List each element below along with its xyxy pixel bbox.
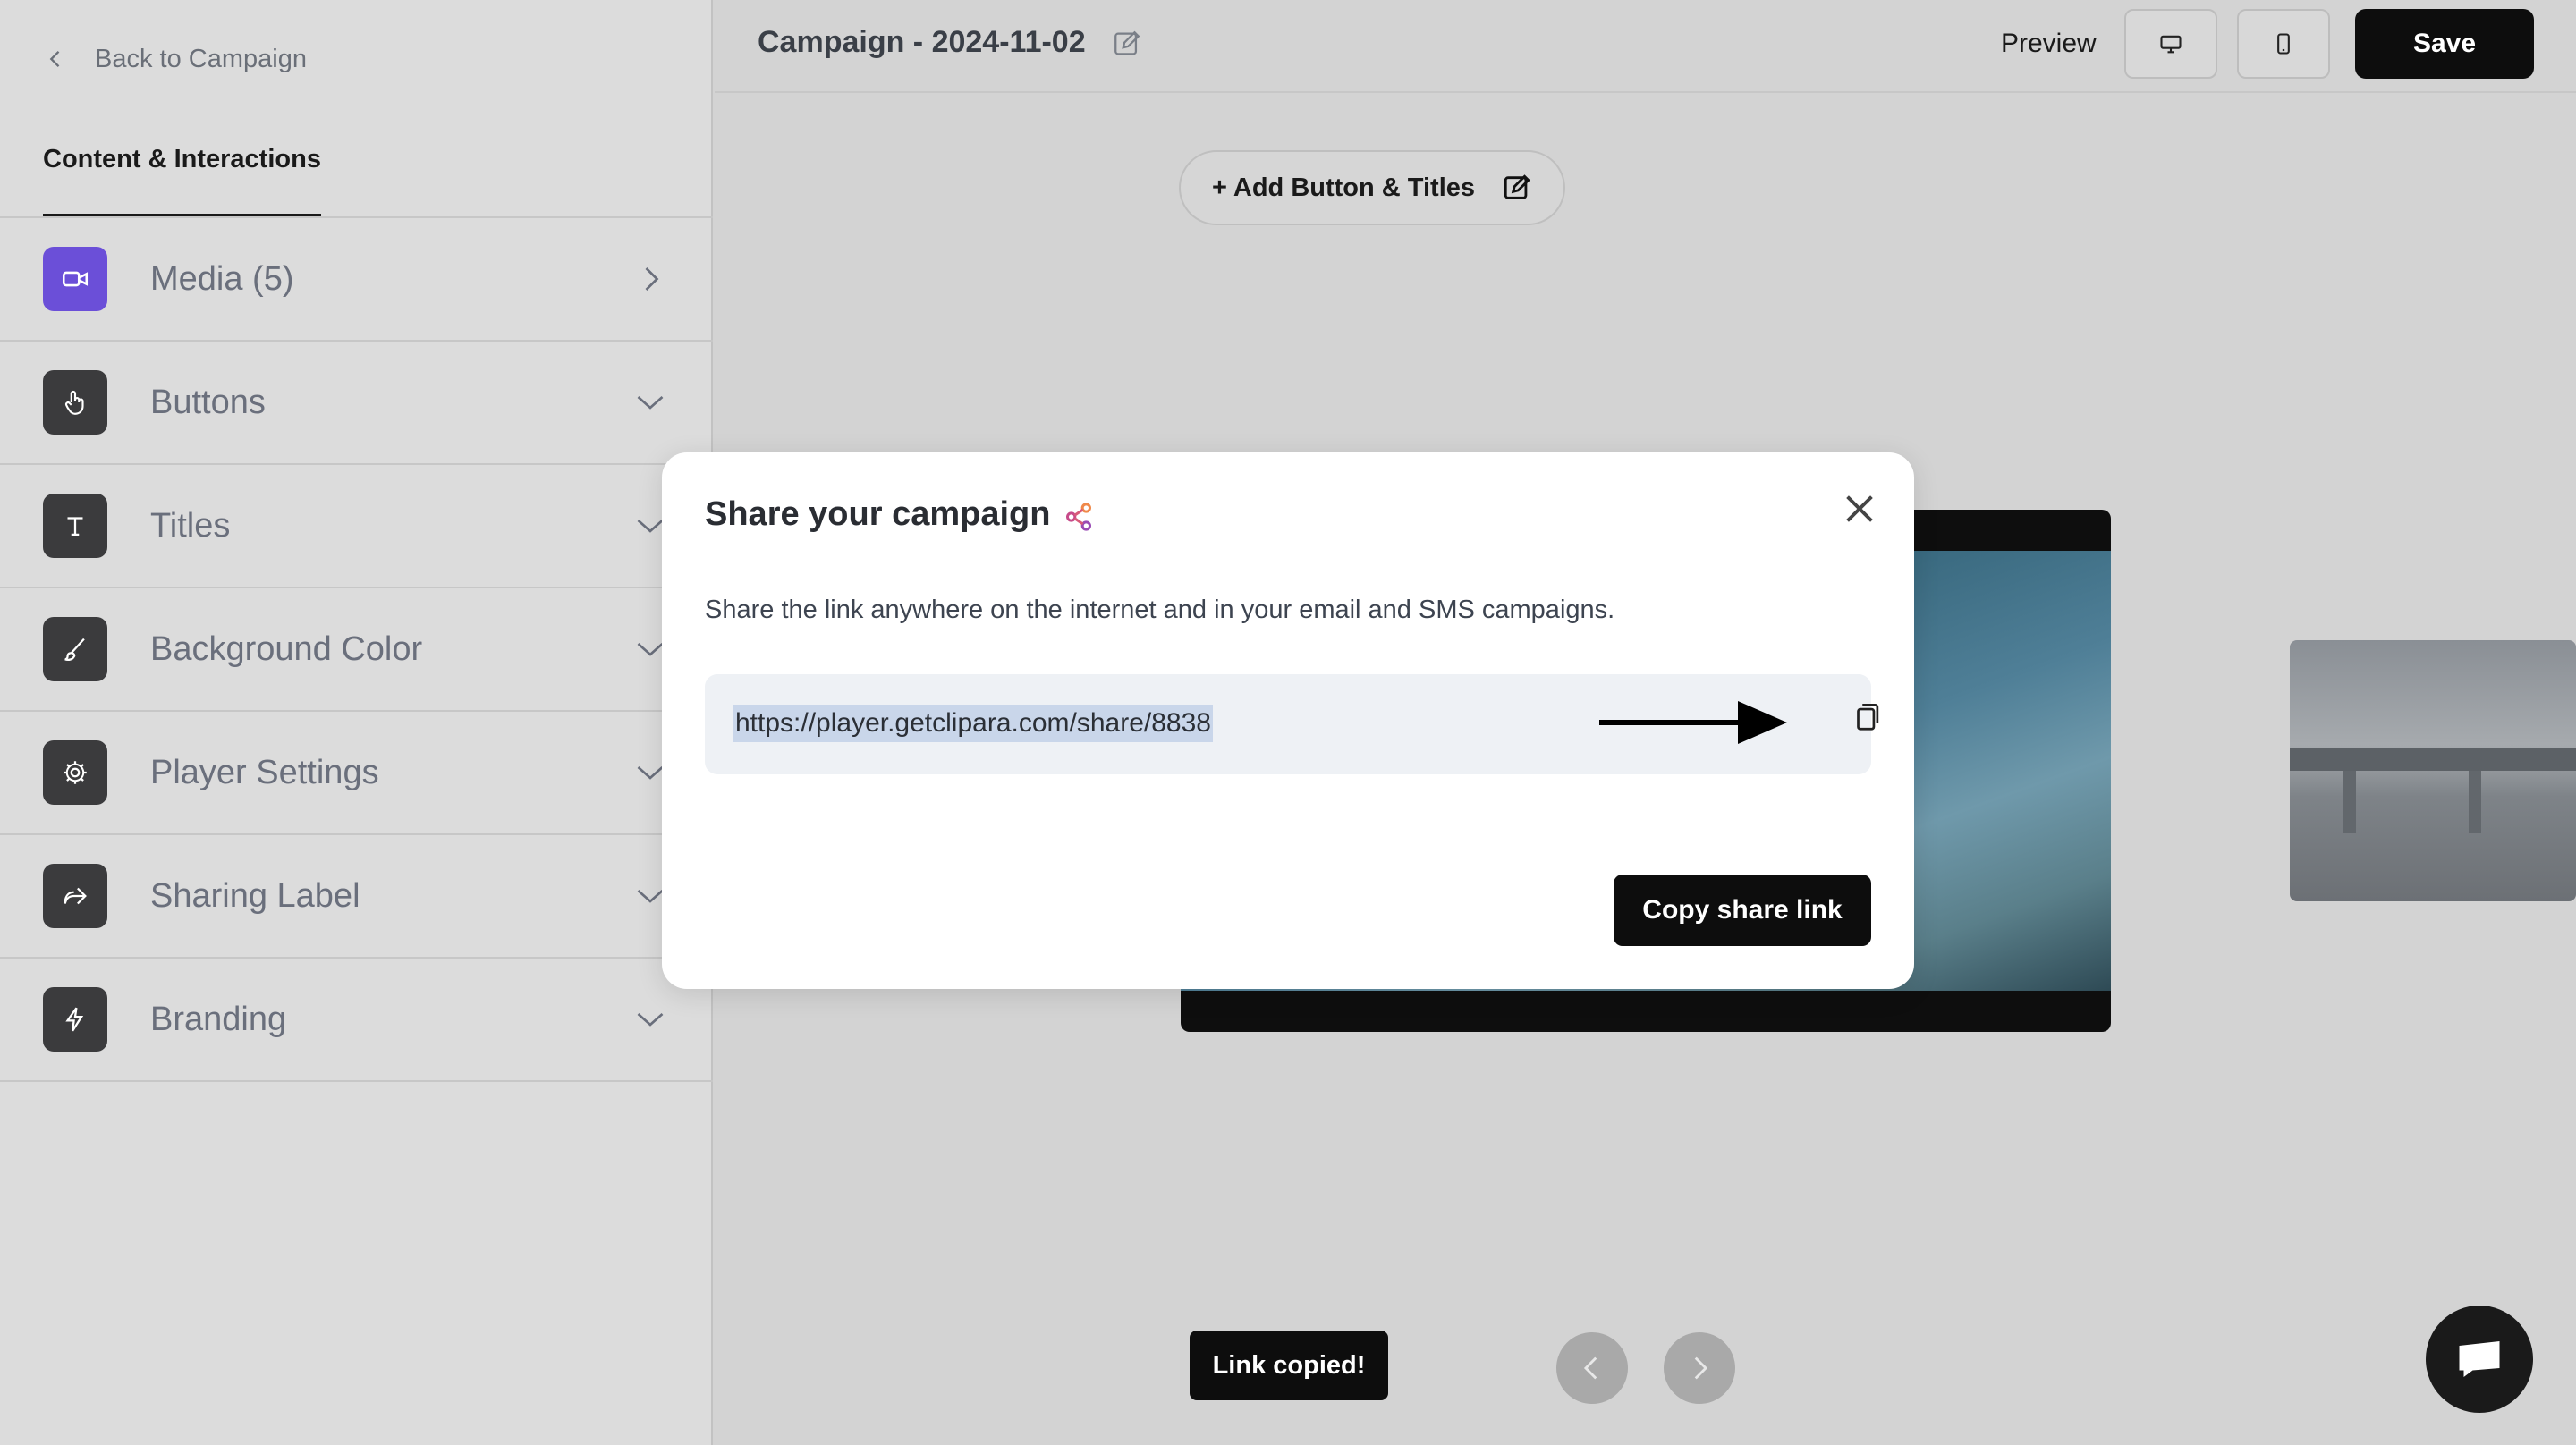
add-button-label: + Add Button & Titles [1211, 173, 1476, 202]
sidebar-item-label: Branding [150, 1000, 287, 1038]
next-media-thumbnail[interactable] [2290, 640, 2576, 901]
modal-title: Share your campaign [705, 495, 1051, 533]
bridge-pillar [2469, 771, 2481, 833]
sidebar-item-label: Media (5) [150, 259, 294, 298]
edit-square-icon [1504, 174, 1530, 199]
campaign-title: Campaign - 2024-11-02 [758, 25, 1086, 59]
desktop-icon [2160, 35, 2182, 54]
save-button[interactable]: Save [2355, 9, 2534, 79]
sidebar-item-label: Player Settings [150, 753, 379, 791]
sidebar-item-buttons[interactable]: Buttons [0, 342, 713, 465]
text-t-icon [43, 494, 107, 558]
share-icon [1066, 503, 1091, 531]
copy-share-link-button[interactable]: Copy share link [1614, 875, 1871, 946]
pointer-hand-icon [43, 370, 107, 435]
arrow-right-icon [1599, 701, 1787, 744]
chat-support-button[interactable] [2426, 1306, 2533, 1413]
link-copied-toast: Link copied! [1190, 1331, 1388, 1400]
desktop-preview-button[interactable] [2124, 9, 2217, 79]
close-icon[interactable] [1839, 488, 1880, 529]
share-link-field[interactable]: https://player.getclipara.com/share/8838 [705, 674, 1879, 774]
top-bar: Campaign - 2024-11-02 Preview Save [715, 0, 2576, 93]
sidebar-list: Media (5) Buttons Titles Background Colo… [0, 218, 713, 1082]
gear-icon [43, 740, 107, 805]
chat-icon [2459, 1341, 2500, 1377]
video-camera-icon [43, 247, 107, 311]
share-forward-icon [43, 864, 107, 928]
sidebar-item-label: Sharing Label [150, 876, 360, 915]
mobile-preview-button[interactable] [2237, 9, 2330, 79]
chevron-down-icon [637, 1012, 664, 1027]
add-button-titles-button[interactable]: + Add Button & Titles [1179, 150, 1565, 225]
preview-label: Preview [2001, 29, 2097, 58]
sidebar-item-label: Titles [150, 506, 231, 545]
sidebar-item-sharing-label[interactable]: Sharing Label [0, 835, 713, 959]
chevron-right-icon [1694, 1356, 1708, 1380]
sidebar-item-titles[interactable]: Titles [0, 465, 713, 588]
mobile-phone-icon [2277, 33, 2290, 55]
back-to-campaign-link[interactable]: Back to Campaign [43, 39, 307, 79]
share-link-text[interactable]: https://player.getclipara.com/share/8838 [733, 705, 1213, 742]
brush-icon [43, 617, 107, 681]
sidebar-item-media[interactable]: Media (5) [0, 218, 713, 342]
sidebar-item-background-color[interactable]: Background Color [0, 588, 713, 712]
lightning-icon [43, 987, 107, 1052]
share-campaign-modal: Share your campaign Share the link anywh… [662, 452, 1914, 989]
sidebar-item-label: Buttons [150, 383, 266, 421]
chevron-right-icon [645, 267, 659, 291]
back-link-label: Back to Campaign [95, 44, 307, 73]
bridge-pillar [2343, 771, 2356, 833]
copy-icon[interactable] [1850, 699, 1884, 733]
chevron-down-icon [637, 395, 664, 410]
tab-content-interactions[interactable]: Content & Interactions [43, 141, 321, 216]
sidebar-item-branding[interactable]: Branding [0, 959, 713, 1082]
bridge-deck [2290, 748, 2576, 771]
modal-description: Share the link anywhere on the internet … [705, 596, 1615, 624]
sidebar: Back to Campaign Content & Interactions … [0, 0, 713, 1445]
edit-pencil-icon[interactable] [1112, 29, 1142, 59]
sidebar-item-label: Background Color [150, 630, 423, 668]
previous-media-button[interactable] [1556, 1332, 1628, 1404]
chevron-left-icon [1583, 1356, 1597, 1380]
sidebar-item-player-settings[interactable]: Player Settings [0, 712, 713, 835]
next-media-button[interactable] [1664, 1332, 1735, 1404]
chevron-left-icon [49, 51, 60, 67]
